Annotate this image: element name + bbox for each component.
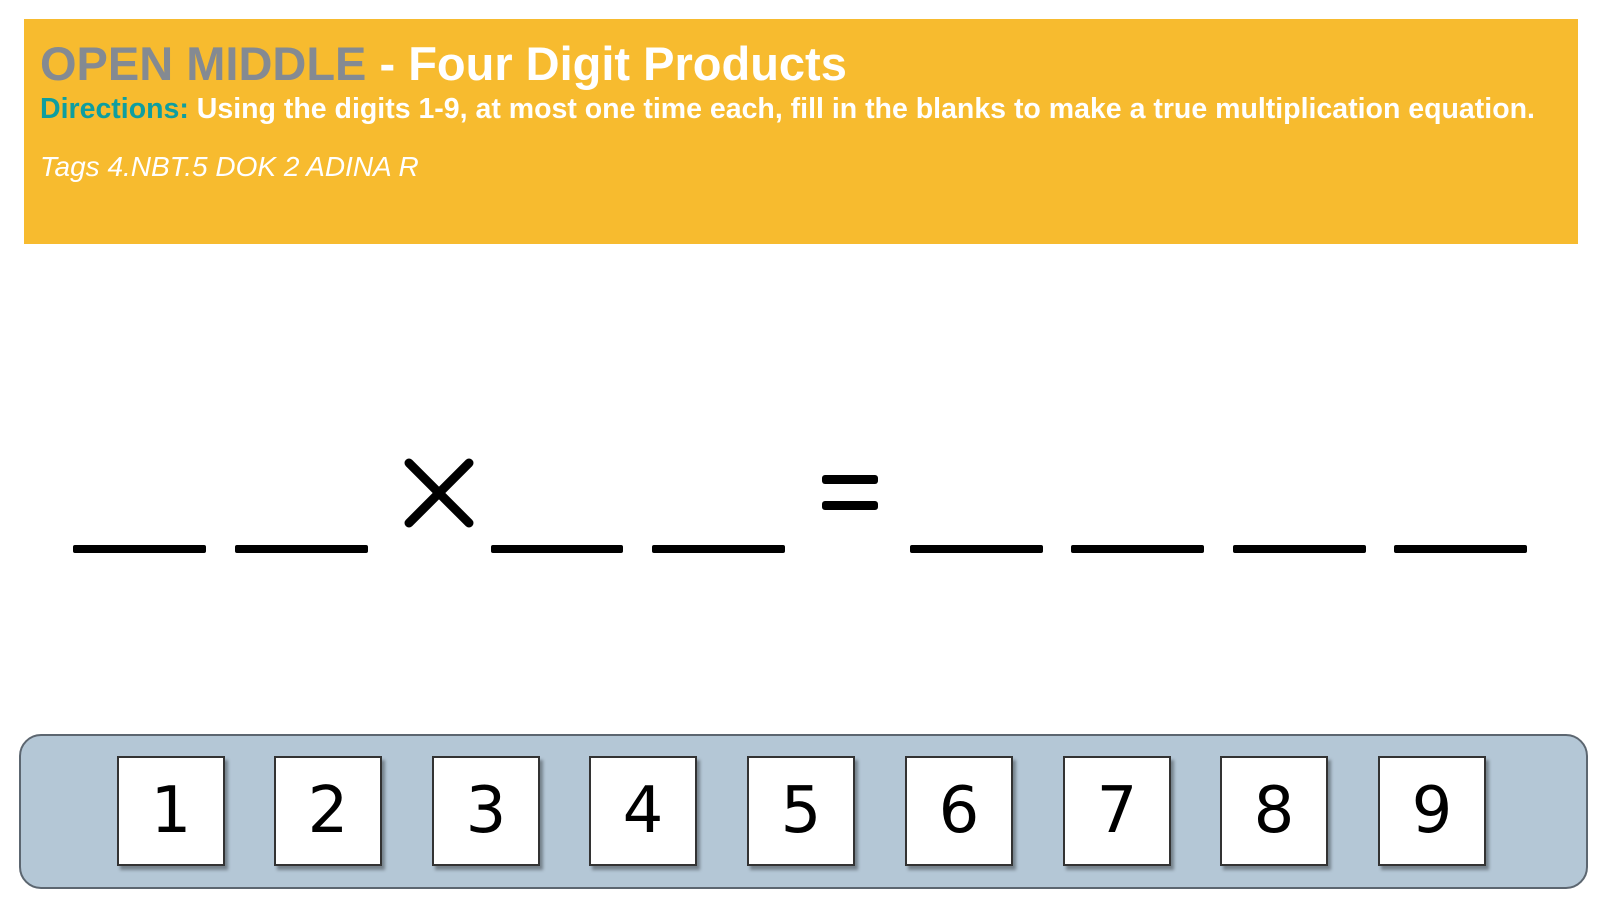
blank-factor2-digit1[interactable] (491, 545, 623, 553)
blank-product-digit1[interactable] (910, 545, 1043, 553)
digit-tile-7[interactable]: 7 (1063, 756, 1171, 866)
tags-line: Tags 4.NBT.5 DOK 2 ADINA R (40, 151, 419, 182)
digit-tile-3[interactable]: 3 (432, 756, 540, 866)
blank-product-digit2[interactable] (1071, 545, 1204, 553)
times-icon (404, 458, 474, 528)
digit-tile-9[interactable]: 9 (1378, 756, 1486, 866)
digit-tile-6[interactable]: 6 (905, 756, 1013, 866)
digit-tile-2[interactable]: 2 (274, 756, 382, 866)
directions-text: Using the digits 1-9, at most one time e… (188, 93, 1535, 125)
digit-tile-8[interactable]: 8 (1220, 756, 1328, 866)
blank-factor1-digit1[interactable] (73, 545, 206, 553)
digit-tile-5[interactable]: 5 (747, 756, 855, 866)
digit-tile-1[interactable]: 1 (117, 756, 225, 866)
directions-label: Directions: (40, 93, 189, 125)
title-brand: OPEN MIDDLE (40, 37, 367, 90)
header-banner: OPEN MIDDLE - Four Digit Products Direct… (24, 19, 1578, 244)
page-title: OPEN MIDDLE - Four Digit Products (40, 37, 1562, 91)
directions: Directions: Using the digits 1-9, at mos… (40, 91, 1562, 128)
equals-icon (822, 475, 878, 510)
blank-product-digit3[interactable] (1233, 545, 1366, 553)
blank-factor2-digit2[interactable] (652, 545, 785, 553)
digit-tile-4[interactable]: 4 (589, 756, 697, 866)
blank-product-digit4[interactable] (1394, 545, 1527, 553)
title-text: - Four Digit Products (366, 37, 847, 90)
blank-factor1-digit2[interactable] (235, 545, 368, 553)
